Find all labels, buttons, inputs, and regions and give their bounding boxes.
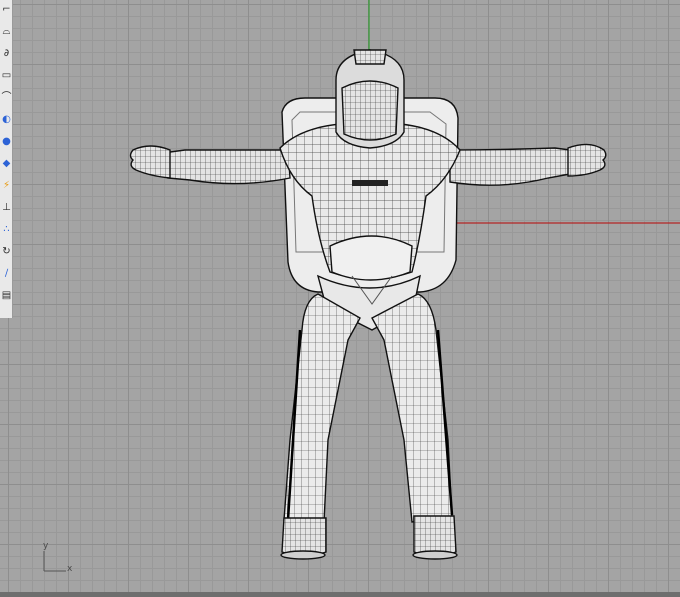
solid-sphere-icon[interactable]: ● <box>1 134 12 150</box>
helmet-visor <box>341 80 399 141</box>
axis-widget <box>43 551 66 572</box>
polyline-icon[interactable]: ⌐ <box>1 2 12 18</box>
right-arm <box>449 147 571 186</box>
front-viewport[interactable]: y x <box>0 0 680 597</box>
axis-widget-y-label: y <box>43 541 49 551</box>
right-leg <box>371 293 453 523</box>
suit-model <box>129 49 607 560</box>
left-toolbar: ⌐ ⌓ ∂ ▭ ⌒ ◐ ● ◆ ⚡ ⊥ ∴ ↻ ∕ ▤ <box>0 0 13 318</box>
rotate-icon[interactable]: ↻ <box>1 244 12 260</box>
surface-icon[interactable]: ◐ <box>1 112 12 128</box>
analyze-icon[interactable]: ∕ <box>1 266 12 282</box>
rectangle-icon[interactable]: ▭ <box>1 68 12 84</box>
dimension-icon[interactable]: ⊥ <box>1 200 12 216</box>
points-icon[interactable]: ∴ <box>1 222 12 238</box>
render-icon[interactable]: ▤ <box>1 288 12 304</box>
chest-emblem <box>352 180 388 186</box>
transform-icon[interactable]: ⚡ <box>1 178 12 194</box>
mesh-icon[interactable]: ◆ <box>1 156 12 172</box>
model-canvas <box>43 0 680 572</box>
right-hand <box>567 143 607 177</box>
left-hand <box>129 145 171 179</box>
right-boot <box>413 515 457 557</box>
arc-icon[interactable]: ⌒ <box>1 90 12 106</box>
helmet-crest <box>353 49 387 65</box>
left-boot <box>281 517 327 557</box>
lasso-curve-icon[interactable]: ∂ <box>1 46 12 62</box>
left-arm <box>167 149 291 185</box>
viewport-bottom-border <box>0 592 680 597</box>
curve-points-icon[interactable]: ⌓ <box>1 24 12 40</box>
axis-widget-x-label: x <box>67 564 73 574</box>
